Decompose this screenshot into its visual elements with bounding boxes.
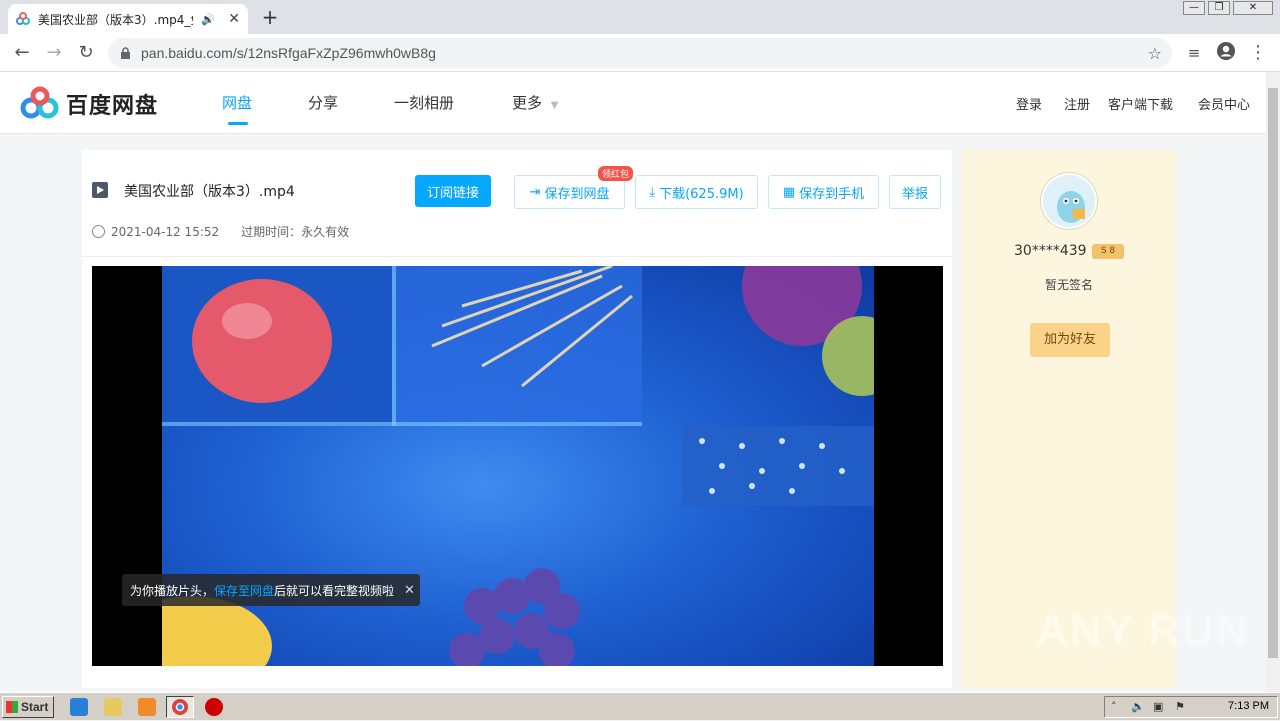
- username: 30****439: [1014, 243, 1087, 259]
- flag-icon[interactable]: ⚑: [1175, 700, 1185, 713]
- share-date: 2021-04-12 15:52: [111, 224, 220, 239]
- login-link[interactable]: 登录: [1016, 94, 1042, 113]
- nav-album[interactable]: 一刻相册: [394, 92, 454, 113]
- expire-time: 过期时间：永久有效: [241, 225, 350, 239]
- back-icon[interactable]: ←: [10, 41, 34, 65]
- save-label: 保存到网盘: [544, 186, 610, 202]
- network-icon[interactable]: ▣: [1153, 700, 1163, 713]
- taskbar-clock[interactable]: 7:13 PM: [1228, 700, 1269, 712]
- media-control-icon[interactable]: ≡: [1182, 41, 1206, 65]
- media-player-icon[interactable]: [138, 698, 156, 716]
- toast-suffix: 后就可以看完整视频啦: [274, 583, 395, 598]
- qrcode-icon: ▦: [782, 184, 796, 200]
- new-tab-button[interactable]: +: [258, 6, 282, 30]
- address-bar[interactable]: pan.baidu.com/s/12nsRfgaFxZpZ96mwh0wB8g …: [108, 38, 1172, 68]
- anyrun-watermark: ANY RUN: [1036, 606, 1250, 655]
- file-share-card: 美国农业部（版本3）.mp4 订阅链接 ⇥ 保存到网盘 领红包 ⤓ 下载(625…: [82, 150, 952, 688]
- system-tray: ˄ 🔈 ▣ ⚑ 7:13 PM: [1104, 696, 1278, 718]
- scrollbar-thumb[interactable]: [1268, 88, 1278, 658]
- save-to-phone-button[interactable]: ▦ 保存到手机: [768, 175, 879, 209]
- signature: 暂无签名: [1044, 278, 1093, 292]
- subscribe-link-label: 订阅链接: [426, 185, 479, 201]
- reload-icon[interactable]: ↻: [74, 41, 98, 65]
- logo-text[interactable]: 百度网盘: [66, 88, 158, 120]
- page-scrollbar[interactable]: [1266, 72, 1280, 692]
- video-player[interactable]: 为你播放片头， 保存至网盘 后就可以看完整视频啦 ✕: [92, 266, 943, 666]
- maximize-button[interactable]: ❐: [1208, 1, 1230, 15]
- nav-share[interactable]: 分享: [308, 92, 338, 113]
- vip-level-badge: S 8: [1092, 244, 1124, 259]
- close-window-button[interactable]: ✕: [1233, 1, 1273, 15]
- toast-close-icon[interactable]: ✕: [404, 583, 415, 598]
- divider: [82, 256, 952, 257]
- antivirus-icon[interactable]: [205, 698, 223, 716]
- download-icon: ⤓: [649, 184, 656, 200]
- lock-icon: [121, 46, 130, 59]
- ie-icon[interactable]: [70, 698, 88, 716]
- start-button[interactable]: Start: [2, 696, 54, 718]
- browser-tab-strip: 美国农业部（版本3）.mp4_免费 🔊 ✕ + — ❐ ✕: [0, 0, 1280, 34]
- profile-icon[interactable]: [1214, 41, 1238, 65]
- chrome-taskbar-button[interactable]: [166, 696, 194, 718]
- subscribe-link-button[interactable]: 订阅链接: [415, 175, 491, 207]
- toast-save-link[interactable]: 保存至网盘: [214, 582, 274, 599]
- browser-tab[interactable]: 美国农业部（版本3）.mp4_免费 🔊 ✕: [8, 4, 248, 34]
- bookmark-star-icon[interactable]: ☆: [1148, 44, 1162, 63]
- nav-more[interactable]: 更多 ▼: [512, 92, 559, 113]
- chrome-icon: [172, 699, 188, 715]
- tab-title: 美国农业部（版本3）.mp4_免费: [38, 12, 193, 27]
- volume-icon[interactable]: 🔈: [1131, 700, 1145, 713]
- explorer-icon[interactable]: [104, 698, 122, 716]
- video-file-icon: [92, 182, 108, 198]
- baidu-favicon-icon: [16, 12, 30, 25]
- file-name: 美国农业部（版本3）.mp4: [124, 184, 295, 200]
- url-text: pan.baidu.com/s/12nsRfgaFxZpZ96mwh0wB8g: [141, 45, 436, 61]
- tray-expand-icon[interactable]: ˄: [1111, 700, 1117, 713]
- audio-icon[interactable]: 🔊: [201, 13, 215, 26]
- start-label: Start: [21, 700, 49, 714]
- windows-taskbar: Start ˄ 🔈 ▣ ⚑ 7:13 PM: [0, 692, 1280, 720]
- site-header: 百度网盘 网盘 分享 一刻相册 更多 ▼ 登录 注册 客户端下载 会员中心: [0, 72, 1266, 134]
- register-link[interactable]: 注册: [1064, 94, 1090, 113]
- report-button[interactable]: 举报: [889, 175, 941, 209]
- client-download-link[interactable]: 客户端下载: [1108, 94, 1173, 113]
- video-frame: [162, 266, 874, 666]
- tab-close-icon[interactable]: ✕: [228, 11, 240, 27]
- preview-toast: 为你播放片头， 保存至网盘 后就可以看完整视频啦 ✕: [122, 574, 420, 606]
- toast-prefix: 为你播放片头，: [130, 583, 215, 598]
- windows-flag-icon: [6, 701, 18, 713]
- baidu-netdisk-logo-icon[interactable]: [20, 86, 60, 120]
- chevron-down-icon: ▼: [550, 100, 559, 111]
- menu-icon[interactable]: ⋮: [1246, 41, 1270, 65]
- add-friend-button[interactable]: 加为好友: [1030, 323, 1110, 357]
- save-icon: ⇥: [529, 184, 541, 200]
- minimize-button[interactable]: —: [1183, 1, 1205, 15]
- clock-icon: [92, 225, 105, 238]
- download-button[interactable]: ⤓ 下载(625.9M): [635, 175, 758, 209]
- nav-netdisk[interactable]: 网盘: [222, 92, 252, 125]
- avatar-image: [1043, 175, 1095, 227]
- vip-center-link[interactable]: 会员中心: [1198, 94, 1250, 113]
- forward-icon[interactable]: →: [42, 41, 66, 65]
- red-packet-badge: 领红包: [598, 166, 634, 181]
- video-still-image: [162, 266, 874, 666]
- save-phone-label: 保存到手机: [799, 186, 865, 202]
- nav-more-label: 更多: [512, 94, 543, 112]
- file-meta: 2021-04-12 15:52 过期时间：永久有效: [92, 223, 349, 240]
- browser-toolbar: ← → ↻ pan.baidu.com/s/12nsRfgaFxZpZ96mwh…: [0, 34, 1280, 72]
- report-label: 举报: [901, 186, 928, 202]
- avatar[interactable]: [1041, 173, 1097, 229]
- download-label: 下载(625.9M): [659, 186, 744, 202]
